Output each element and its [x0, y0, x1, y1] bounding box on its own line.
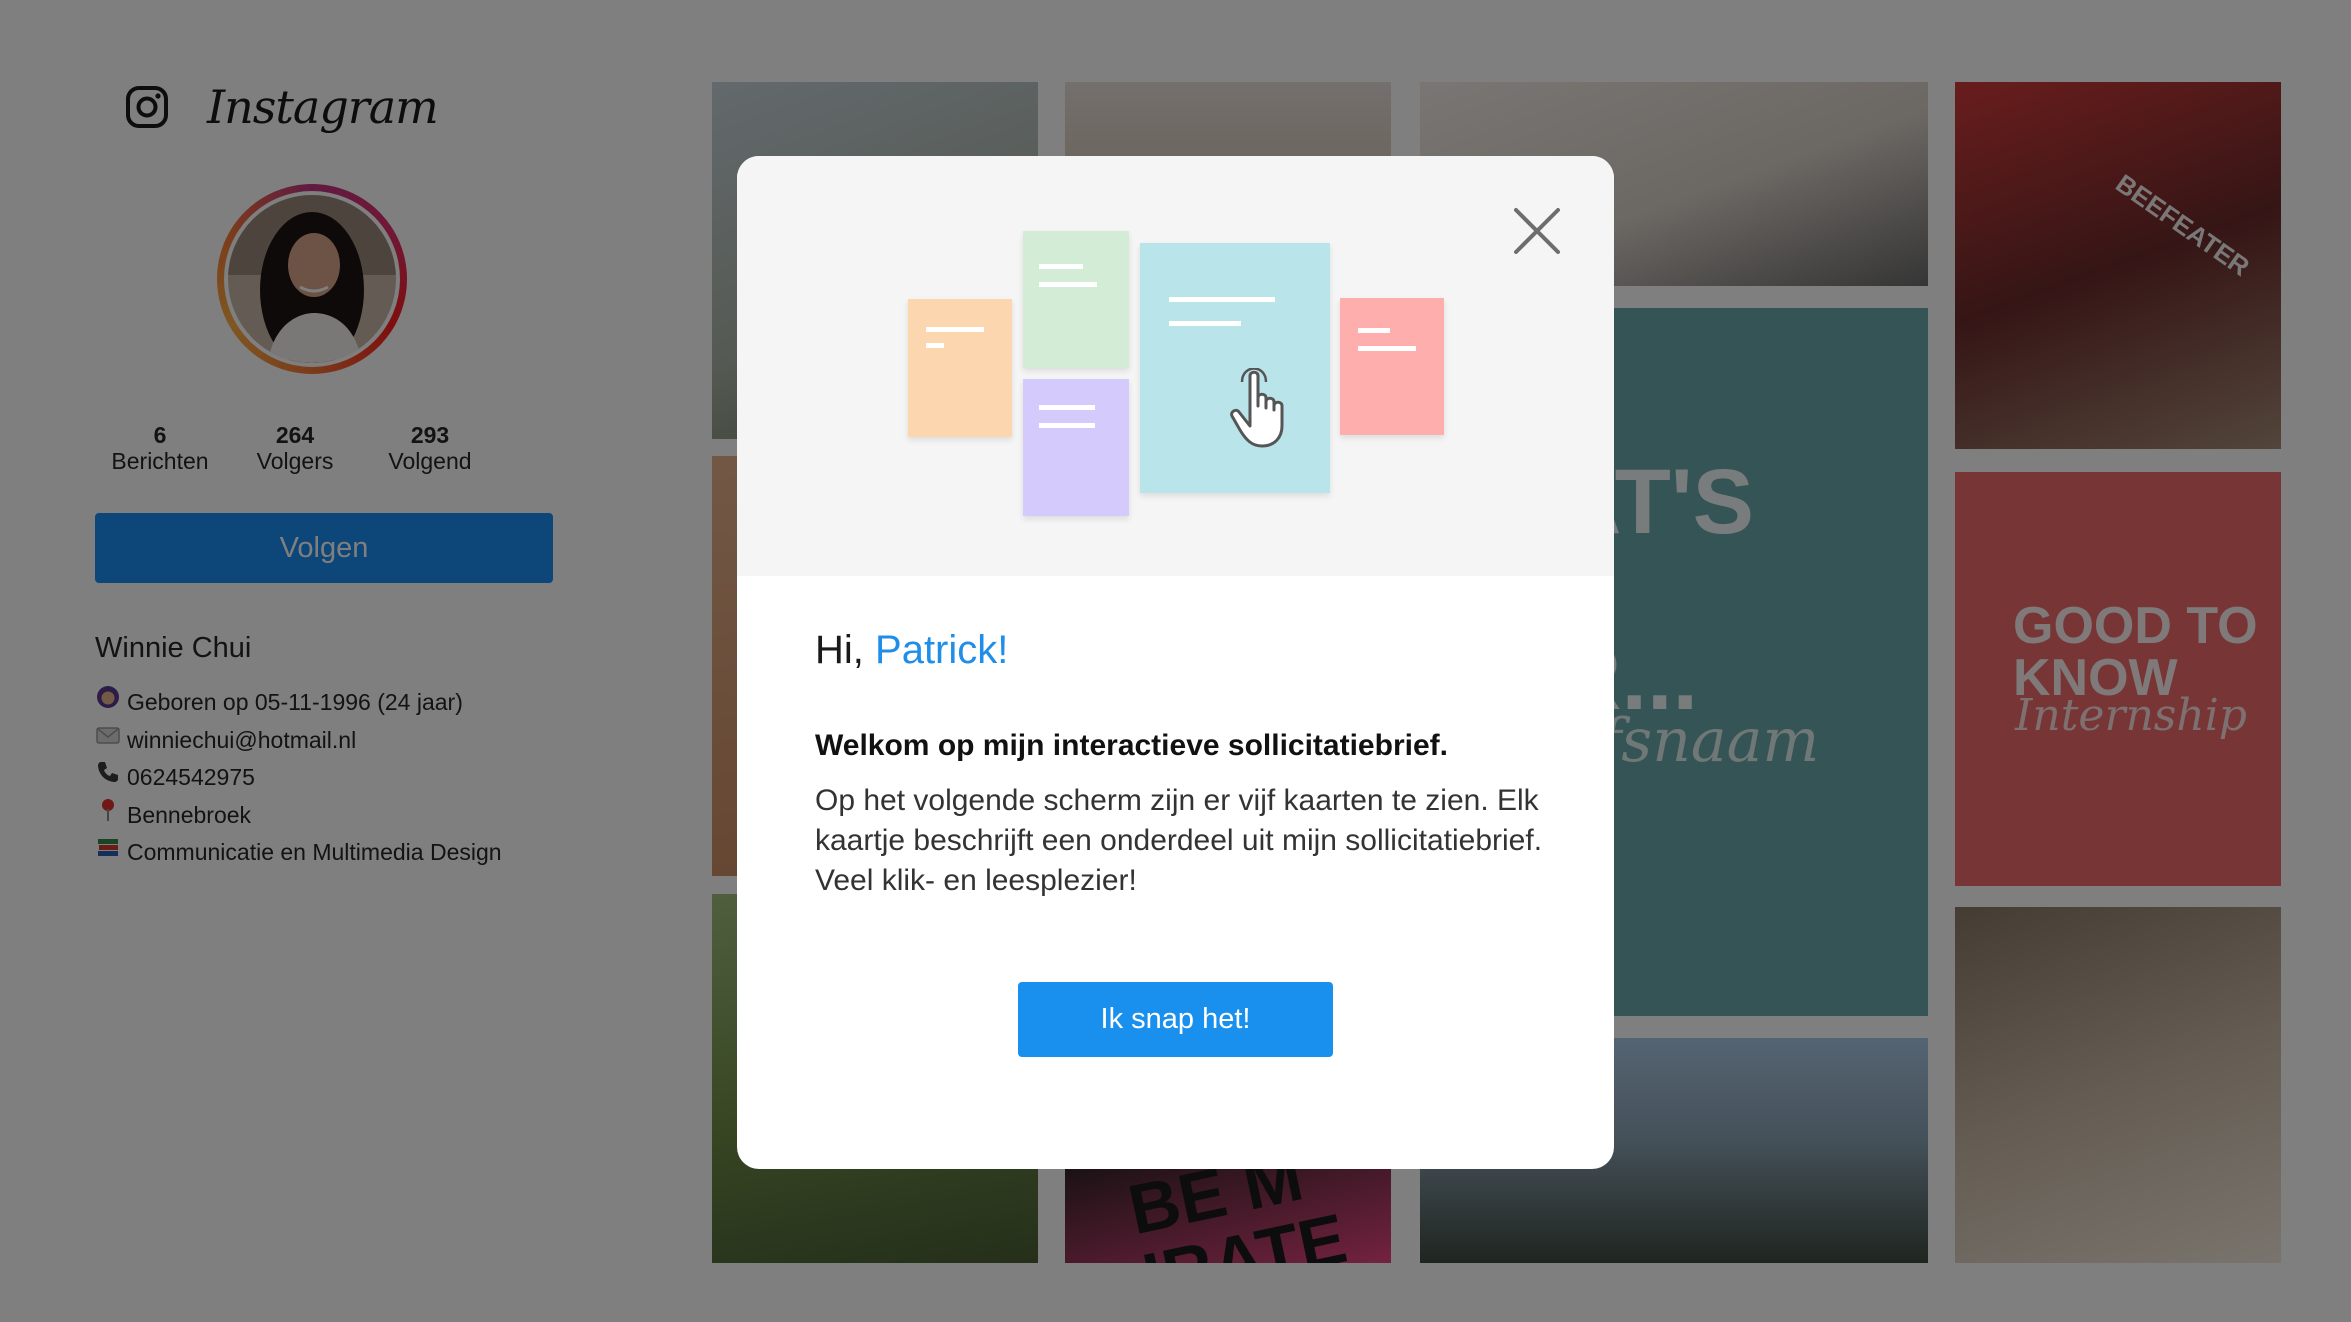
card-illustration-5: [1340, 298, 1444, 435]
card-illustration-3: [1023, 379, 1129, 516]
modal-illustration: [737, 156, 1614, 576]
modal-body-text: Op het volgende scherm zijn er vijf kaar…: [815, 784, 1543, 897]
card-illustration-2: [1023, 231, 1129, 368]
greeting-name: Patrick!: [875, 628, 1009, 672]
card-illustration-4: [1140, 243, 1330, 493]
close-icon[interactable]: [1512, 206, 1562, 256]
card-illustration-1: [908, 299, 1012, 437]
pointer-hand-icon: [1230, 368, 1284, 448]
modal-heading: Welkom op mijn interactieve sollicitatie…: [815, 729, 1448, 762]
greeting: Hi, Patrick!: [815, 628, 1008, 673]
got-it-button[interactable]: Ik snap het!: [1018, 982, 1333, 1057]
welcome-modal: Hi, Patrick! Welkom op mijn interactieve…: [737, 156, 1614, 1169]
greeting-prefix: Hi,: [815, 628, 864, 672]
